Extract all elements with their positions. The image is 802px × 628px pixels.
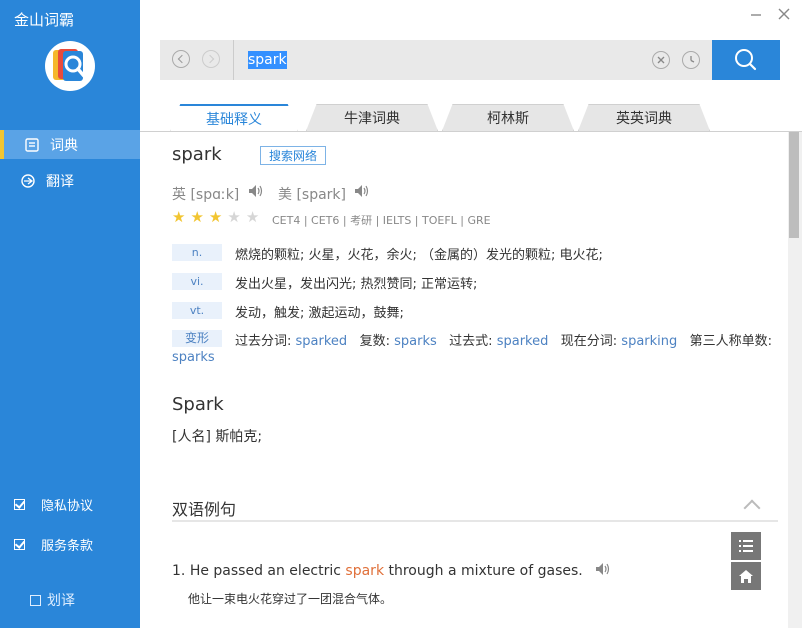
example-speaker-icon[interactable]: [595, 562, 611, 576]
pos-tag: vt.: [172, 302, 222, 319]
pos-tag: n.: [172, 244, 222, 261]
home-icon: [739, 570, 753, 583]
headword: spark: [172, 144, 222, 165]
forward-button[interactable]: [202, 50, 220, 68]
proper-noun-definition: [人名] 斯帕克;: [172, 429, 263, 445]
example-number: 1.: [172, 563, 186, 579]
form-label: 过去分词:: [235, 334, 292, 349]
example-text: He passed an electric: [189, 563, 341, 579]
web-search-button[interactable]: 搜索网络: [260, 146, 326, 165]
chevron-up-icon[interactable]: [743, 499, 761, 517]
tab-collins[interactable]: 柯林斯: [442, 104, 574, 131]
search-input[interactable]: spark: [234, 40, 644, 80]
sidebar-item-label: 词典: [50, 137, 78, 154]
pos-tag: vi.: [172, 273, 222, 290]
huayi-checkbox[interactable]: [30, 594, 41, 606]
definition-text: 燃烧的颗粒; 火星，火花，余火; （金属的）发光的颗粒; 电火花;: [235, 248, 603, 263]
search-icon: [735, 49, 757, 71]
tab-oxford[interactable]: 牛津词典: [306, 104, 438, 131]
sidebar-item-label: 翻译: [46, 173, 74, 190]
definition-text: 发动，触发; 激起运动，鼓舞;: [235, 306, 404, 321]
forms-label: 变形: [172, 330, 222, 347]
translate-icon: [21, 173, 35, 188]
sidebar: 金山词霸 词典 翻译 隐私协议 服务条款 划译: [0, 0, 140, 628]
examples-section-title: 双语例句: [172, 500, 237, 519]
terms-checkbox[interactable]: [14, 539, 25, 550]
clear-icon: [657, 56, 665, 64]
huayi-toggle[interactable]: 划译: [30, 590, 75, 610]
word-forms: 过去分词: sparked 复数: sparks 过去式: sparked 现在…: [235, 330, 772, 349]
form-link[interactable]: sparked: [296, 334, 348, 349]
tab-basic[interactable]: 基础释义: [170, 104, 298, 132]
form-label: 现在分词:: [560, 334, 618, 349]
search-button[interactable]: [712, 40, 780, 80]
star-filled-icon: ★: [190, 208, 204, 226]
star-empty-icon: ★: [227, 208, 241, 226]
us-speaker-icon[interactable]: [354, 184, 370, 198]
form-link[interactable]: sparking: [621, 334, 677, 349]
tab-english[interactable]: 英英词典: [578, 104, 710, 131]
app-title: 金山词霸: [14, 11, 75, 29]
example-sentence: 1. He passed an electric spark through a…: [172, 562, 611, 579]
terms-checkbox-row[interactable]: 服务条款: [14, 535, 93, 554]
example-translation: 他让一束电火花穿过了一团混合气体。: [188, 592, 393, 606]
exam-tags: CET4 | CET6 | 考研 | IELTS | TOEFL | GRE: [272, 214, 491, 227]
star-filled-icon: ★: [172, 208, 186, 226]
form-link[interactable]: sparks: [394, 334, 437, 349]
form-label: 第三人称单数:: [689, 334, 773, 349]
form-link[interactable]: sparks: [172, 350, 215, 365]
dictionary-tabs: 基础释义 牛津词典 柯林斯 英英词典: [170, 104, 790, 132]
example-text: through a mixture of gases.: [388, 563, 583, 579]
proper-noun-word: Spark: [172, 394, 224, 415]
outline-button[interactable]: [731, 532, 761, 560]
close-window-button[interactable]: [776, 6, 792, 22]
star-empty-icon: ★: [245, 208, 260, 226]
form-label: 复数:: [359, 334, 390, 349]
definition-text: 发出火星，发出闪光; 热烈赞同; 正常运转;: [235, 277, 478, 292]
app-logo-icon: [45, 41, 95, 91]
dictionary-icon: [25, 137, 39, 152]
section-divider: [172, 520, 778, 522]
minimize-button[interactable]: [748, 6, 764, 22]
close-icon: [778, 8, 790, 20]
clock-icon: [690, 56, 695, 63]
search-input-value: spark: [248, 51, 287, 69]
search-bar: spark: [160, 40, 780, 80]
home-button[interactable]: [731, 562, 761, 590]
form-label: 过去式:: [449, 334, 493, 349]
privacy-checkbox-row[interactable]: 隐私协议: [14, 495, 93, 514]
tabs-divider: [140, 131, 802, 132]
privacy-checkbox[interactable]: [14, 499, 25, 510]
privacy-label: 隐私协议: [41, 499, 94, 514]
star-filled-icon: ★: [208, 208, 223, 226]
us-phonetic: 美 [spark]: [278, 187, 346, 203]
huayi-label: 划译: [47, 593, 75, 609]
list-icon: [739, 540, 753, 552]
frequency-stars: ★ ★ ★ ★ ★: [172, 208, 264, 226]
history-button[interactable]: [682, 51, 700, 69]
clear-search-button[interactable]: [652, 51, 670, 69]
terms-label: 服务条款: [41, 539, 94, 554]
example-highlight: spark: [345, 563, 385, 579]
sidebar-item-translate[interactable]: 翻译: [0, 166, 140, 195]
uk-phonetic: 英 [spɑːk]: [172, 187, 240, 203]
back-button[interactable]: [172, 50, 190, 68]
minimize-icon: [751, 14, 761, 16]
form-link[interactable]: sparked: [497, 334, 549, 349]
scrollbar-thumb[interactable]: [789, 132, 799, 238]
uk-speaker-icon[interactable]: [248, 184, 264, 198]
sidebar-item-dictionary[interactable]: 词典: [0, 130, 140, 159]
